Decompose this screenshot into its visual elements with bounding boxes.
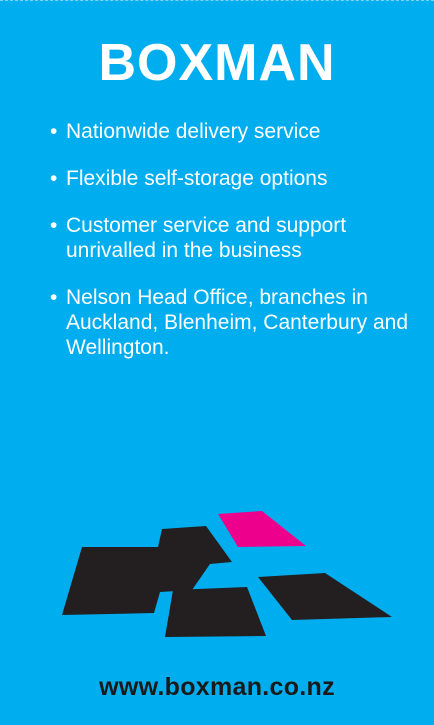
brand-title: BOXMAN	[98, 34, 336, 92]
feature-list: • Nationwide delivery service • Flexible…	[48, 119, 418, 382]
list-item: • Nelson Head Office, branches in Auckla…	[48, 285, 418, 360]
list-item: • Customer service and support unrivalle…	[48, 213, 418, 263]
bullet-text: Nationwide delivery service	[66, 120, 321, 143]
bullet-text: Nelson Head Office, branches in Auckland…	[66, 286, 409, 359]
bullet-icon: •	[50, 167, 58, 190]
logo-tile-lower-center	[165, 587, 266, 637]
logo-tile-right	[258, 573, 392, 620]
bullet-text: Customer service and support unrivalled …	[66, 214, 347, 262]
boxman-panel: BOXMAN • Nationwide delivery service • F…	[0, 0, 434, 725]
logo-tile-pink	[218, 511, 306, 547]
bullet-icon: •	[50, 286, 58, 309]
website-link[interactable]: www.boxman.co.nz	[0, 673, 434, 702]
boxman-logo-icon	[62, 511, 392, 637]
bullet-text: Flexible self-storage options	[66, 167, 328, 190]
list-item: • Flexible self-storage options	[48, 166, 418, 191]
bullet-icon: •	[50, 120, 58, 143]
list-item: • Nationwide delivery service	[48, 119, 418, 144]
bullet-icon: •	[50, 214, 58, 237]
